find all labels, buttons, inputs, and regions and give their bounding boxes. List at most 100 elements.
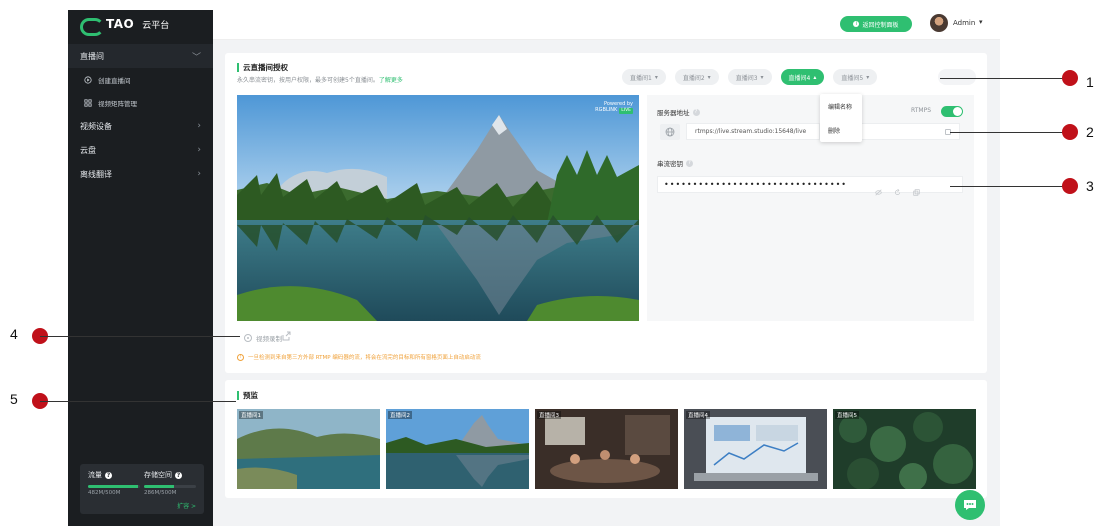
chevron-right-icon: › bbox=[197, 169, 201, 179]
tab-room-2[interactable]: 直播间2 ▾ bbox=[674, 69, 719, 85]
stream-key-value: •••••••••••••••••••••••••••••••• bbox=[664, 180, 847, 189]
rename-menu-item[interactable]: 编辑名称 bbox=[820, 94, 862, 118]
delete-menu-item[interactable]: 删除 bbox=[820, 118, 862, 142]
expand-storage-link[interactable]: 扩容 > bbox=[177, 501, 196, 510]
storage-bar bbox=[144, 485, 196, 488]
monitor-thumb-room-1[interactable]: 直播间1 bbox=[237, 409, 380, 489]
share-icon[interactable] bbox=[281, 331, 291, 341]
thumb-label: 直播间4 bbox=[686, 411, 710, 419]
help-icon[interactable]: ? bbox=[692, 108, 700, 116]
console-button-label: 返回控制面板 bbox=[862, 21, 899, 29]
callout-number-4: 4 bbox=[10, 326, 18, 342]
sidebar-item-label: 创建直播间 bbox=[98, 76, 131, 85]
sidebar-item-offline-translate[interactable]: 离线翻译 › bbox=[68, 162, 213, 186]
sidebar-item-cloud-disk[interactable]: 云盘 › bbox=[68, 138, 213, 162]
tab-placeholder[interactable] bbox=[938, 69, 976, 85]
mountain-lake-image bbox=[237, 95, 639, 321]
caret-down-icon: ▾ bbox=[760, 73, 764, 81]
meeting-room-image bbox=[535, 409, 678, 489]
sidebar-item-label: 直播间 bbox=[80, 51, 104, 61]
sidebar-item-video-matrix[interactable]: 视频矩阵管理 bbox=[68, 91, 213, 114]
tab-room-3[interactable]: 直播间3 ▾ bbox=[727, 69, 772, 85]
monitor-thumb-room-3[interactable]: 直播间3 bbox=[535, 409, 678, 489]
globe-icon bbox=[660, 124, 680, 140]
sidebar-nav: 直播间 ﹀ 创建直播间 视频矩阵管理 视频设备 › 云盘 › 离线翻译 › bbox=[68, 44, 213, 186]
traffic-label: 流量 bbox=[88, 471, 102, 479]
server-address-field[interactable]: rtmps://live.stream.studio:15648/live bbox=[686, 123, 820, 140]
live-badge: LIVE bbox=[619, 108, 633, 114]
stream-key-label: 串流密钥 ? bbox=[657, 158, 693, 168]
back-to-console-button[interactable]: i 返回控制面板 bbox=[840, 16, 912, 32]
panel-subtitle: 永久串流密钥，按用户权限，最多可创建5个直播间。了解更多 bbox=[237, 75, 403, 84]
info-icon[interactable]: ? bbox=[105, 471, 112, 479]
callout-line-3 bbox=[950, 186, 1068, 187]
refresh-icon[interactable] bbox=[894, 181, 901, 195]
rtmps-label: RTMPS bbox=[911, 107, 932, 114]
brand[interactable]: TAO 云平台 bbox=[68, 10, 213, 38]
monitor-thumb-room-4[interactable]: 直播间4 bbox=[684, 409, 827, 489]
caret-down-icon: ▾ bbox=[866, 73, 870, 81]
storage-usage: 存储空间 ? 286M/500M bbox=[144, 470, 196, 496]
thumb-label: 直播间2 bbox=[388, 411, 412, 419]
info-icon: i bbox=[853, 21, 860, 27]
thumb-label: 直播间1 bbox=[239, 411, 263, 419]
record-icon bbox=[244, 334, 252, 342]
tab-room-5[interactable]: 直播间5 ▾ bbox=[833, 69, 878, 85]
brand-name: TAO bbox=[106, 17, 135, 31]
monitor-thumb-room-2[interactable]: 直播间2 bbox=[386, 409, 529, 489]
callout-number-1: 1 bbox=[1086, 74, 1094, 90]
user-name[interactable]: Admin bbox=[953, 19, 975, 27]
eye-off-icon[interactable] bbox=[875, 181, 882, 196]
video-record-toggle[interactable]: 视频录制 bbox=[244, 333, 282, 343]
learn-more-link[interactable]: 了解更多 bbox=[379, 77, 403, 84]
callout-number-2: 2 bbox=[1086, 124, 1094, 140]
sidebar-item-live-room[interactable]: 直播间 ﹀ bbox=[68, 44, 213, 68]
traffic-value: 482M/500M bbox=[88, 490, 121, 496]
help-icon[interactable]: ? bbox=[686, 159, 693, 167]
panel-title: 云直播间授权 bbox=[237, 63, 403, 72]
sidebar-item-label: 视频设备 bbox=[80, 121, 112, 131]
usage-card: 流量 ? 482M/500M 存储空间 ? 286M/500M 扩容 > bbox=[80, 464, 204, 514]
sidebar-item-create-live-room[interactable]: 创建直播间 bbox=[68, 68, 213, 91]
callout-line-2 bbox=[950, 132, 1068, 133]
callout-line-4 bbox=[40, 336, 240, 337]
room-tabs: 直播间1 ▾ 直播间2 ▾ 直播间3 ▾ 直播间4 ▴ 直播间5 ▾ bbox=[622, 69, 878, 85]
record-label: 视频录制 bbox=[256, 335, 282, 343]
traffic-bar bbox=[88, 485, 140, 488]
monitor-title: 预监 bbox=[237, 391, 258, 400]
monitor-thumb-room-5[interactable]: 直播间5 bbox=[833, 409, 976, 489]
chat-button[interactable] bbox=[955, 490, 985, 520]
rtmps-toggle[interactable] bbox=[941, 106, 963, 117]
grid-icon bbox=[84, 98, 92, 107]
info-icon[interactable]: ? bbox=[175, 471, 182, 479]
caret-down-icon[interactable]: ▾ bbox=[979, 18, 983, 26]
chevron-right-icon: › bbox=[197, 121, 201, 131]
thumb-label: 直播间3 bbox=[537, 411, 561, 419]
tab-label: 直播间2 bbox=[682, 74, 705, 82]
mountain-lake-image bbox=[386, 409, 529, 489]
callout-marker-2 bbox=[1062, 124, 1078, 140]
server-address-label: 服务器地址 ? bbox=[657, 107, 700, 117]
storage-bar-fill bbox=[144, 485, 174, 488]
warning-notice: ! 一旦检测到来自第三方外部 RTMP 编码器的流，将会在流完的目标和所有窗格页… bbox=[237, 353, 481, 361]
tab-room-1[interactable]: 直播间1 ▾ bbox=[622, 69, 666, 85]
chevron-down-icon: ﹀ bbox=[191, 52, 201, 63]
sidebar: TAO 云平台 直播间 ﹀ 创建直播间 视频矩阵管理 视频设备 › 云盘 › 离… bbox=[68, 10, 213, 526]
sidebar-item-label: 离线翻译 bbox=[80, 169, 112, 179]
callout-marker-1 bbox=[1062, 70, 1078, 86]
avatar[interactable] bbox=[930, 14, 948, 32]
tab-label: 直播间4 bbox=[788, 74, 811, 82]
chat-icon bbox=[964, 500, 976, 510]
topbar: i 返回控制面板 Admin ▾ bbox=[213, 10, 1000, 40]
live-preview-video[interactable]: Powered by RGBLINK LIVE bbox=[237, 95, 639, 321]
callout-line-1 bbox=[940, 78, 1068, 79]
sidebar-item-video-devices[interactable]: 视频设备 › bbox=[68, 114, 213, 138]
live-room-header: 云直播间授权 永久串流密钥，按用户权限，最多可创建5个直播间。了解更多 bbox=[237, 63, 403, 84]
caret-up-icon: ▴ bbox=[813, 73, 817, 81]
coast-image bbox=[237, 409, 380, 489]
caret-down-icon: ▾ bbox=[707, 73, 711, 81]
warning-text: 一旦检测到来自第三方外部 RTMP 编码器的流，将会在流完的目标和所有窗格页面上… bbox=[248, 355, 481, 361]
powered-by-watermark: Powered by RGBLINK LIVE bbox=[595, 101, 633, 114]
tab-room-4[interactable]: 直播间4 ▴ bbox=[780, 69, 825, 85]
copy-icon[interactable] bbox=[913, 181, 920, 196]
